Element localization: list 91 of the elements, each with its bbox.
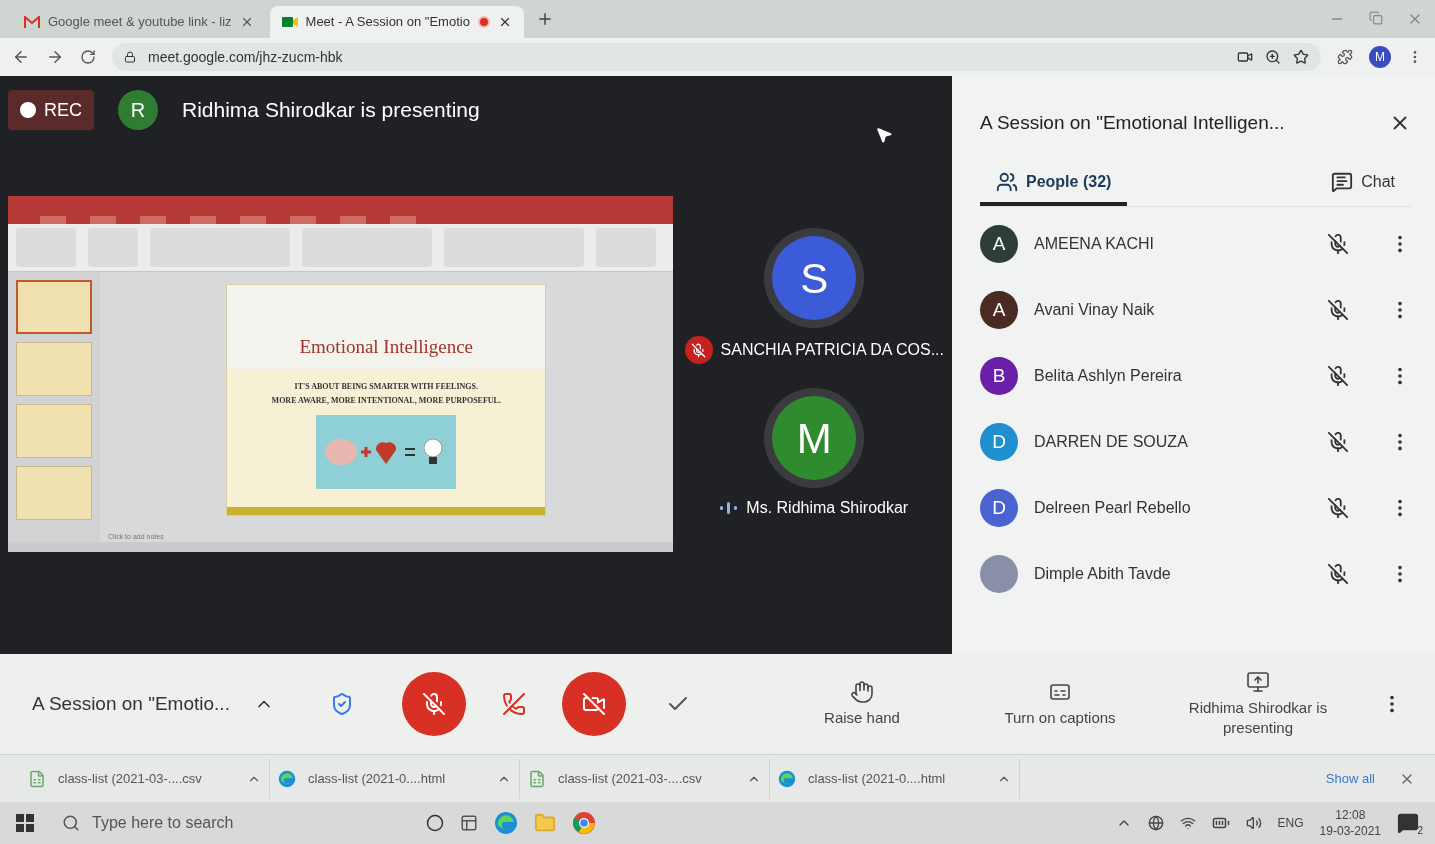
participant-name: Dimple Abith Tavde [1034,564,1172,584]
bookmark-star-icon[interactable] [1293,49,1309,65]
participant-row[interactable]: A AMEENA KACHI [980,211,1411,277]
meeting-action-button[interactable]: Turn on captions [985,680,1135,728]
panel-tab[interactable]: People (32) [980,162,1128,206]
hang-up-icon [501,692,526,716]
meeting-title: A Session on "Emotio... [32,691,230,716]
taskbar-search-field[interactable]: Type here to search [50,806,410,840]
mic-off-icon [1327,233,1349,255]
show-all-link[interactable]: Show all [1325,768,1375,789]
spreadsheet-file-icon [528,769,546,788]
notification-count: 2 [1417,824,1423,838]
participant-name: Belita Ashlyn Pereira [1034,366,1183,386]
participant-row[interactable]: Dimple Abith Tavde [980,541,1411,607]
search-icon [62,814,80,832]
slide-thumbnail[interactable] [16,404,92,458]
participant-avatar: D [980,489,1018,527]
browser-tab[interactable]: Meet - A Session on "Emotio [269,6,524,38]
participant-avatar: D [980,423,1018,461]
wifi-icon[interactable] [1179,815,1196,831]
extensions-icon[interactable] [1337,49,1353,65]
participant-name: SANCHIA PATRICIA DA COS... [720,340,944,360]
slide-text: MORE AWARE, MORE INTENTIONAL, MORE PURPOSEFUL. [271,395,501,407]
download-item[interactable]: class-list (2021-03-....csv [520,758,770,799]
camera-icon[interactable] [1237,49,1253,65]
hand-icon [850,680,874,704]
edge-logo-icon [494,811,518,835]
mouse-pointer-icon [875,126,893,144]
language-indicator[interactable]: ENG [1277,814,1304,832]
participant-name: DARREN DE SOUZA [1034,432,1189,452]
zoom-icon[interactable] [1265,49,1281,65]
lock-icon [124,51,136,63]
participant-avatar: B [980,357,1018,395]
participant-row[interactable]: A Avani Vinay Naik [980,277,1411,343]
meeting-action-button[interactable]: Ridhima Shirodkar is presenting [1183,670,1333,738]
windows-start-icon[interactable] [16,814,34,832]
participant-row[interactable]: D DARREN DE SOUZA [980,409,1411,475]
people-icon [996,171,1018,193]
mic-off-icon [1327,365,1349,387]
presenting-status: Ridhima Shirodkar is presenting [182,97,480,124]
reload-icon[interactable] [80,49,96,65]
notifications-icon[interactable] [1397,812,1419,834]
clock[interactable]: 12:08 19-03-2021 [1319,807,1381,839]
download-item[interactable]: class-list (2021-0....html [770,758,1020,799]
tab-title: Google meet & youtube link - liz [48,13,232,32]
slide-thumbnail[interactable] [16,342,92,396]
mic-off-icon [1327,497,1349,519]
presenter-avatar: R [118,90,158,130]
slide-thumbnail[interactable] [16,280,92,334]
participant-name: Delreen Pearl Rebello [1034,498,1192,518]
mail-logo-icon [24,16,40,28]
participant-name: Ms. Ridhima Shirodkar [746,498,909,518]
address-field[interactable]: meet.google.com/jhz-zucm-hbk [112,43,1321,71]
mic-off-icon [1327,431,1349,453]
participant-avatar: A [980,291,1018,329]
video-logo-icon [281,16,298,28]
cortana-circle-icon[interactable] [426,814,444,832]
participant-name: Avani Vinay Naik [1034,300,1156,320]
photo-placeholder [980,555,1018,593]
panel-tab[interactable]: Chat [1315,162,1411,206]
participant-row[interactable]: D Delreen Pearl Rebello [980,475,1411,541]
participant-row[interactable]: B Belita Ashlyn Pereira [980,343,1411,409]
back-icon[interactable] [12,48,30,66]
browser-tab[interactable]: Google meet & youtube link - liz [12,6,266,38]
speaker-icon[interactable] [1245,815,1262,831]
network-icon[interactable] [1147,815,1164,831]
spreadsheet-file-icon [28,769,46,788]
mic-off-icon [1327,563,1349,585]
tab-title: Meet - A Session on "Emotio [305,13,470,32]
participant-name: AMEENA KACHI [1034,234,1156,254]
chat-icon [1331,171,1354,193]
mic-off-icon [1327,299,1349,321]
download-item[interactable]: class-list (2021-03-....csv [20,758,270,799]
forward-icon[interactable] [46,48,64,66]
camera-off-icon [581,692,606,716]
task-view-icon[interactable] [460,814,478,832]
recording-label: REC [44,98,82,122]
present-screen-icon [1246,670,1270,694]
microphone-off-icon [421,692,446,716]
meeting-action-button[interactable]: Raise hand [787,680,937,728]
download-item[interactable]: class-list (2021-0....html [270,758,520,799]
slide-text: IT'S ABOUT BEING SMARTER WITH FEELINGS. [294,381,478,393]
slide-thumbnail[interactable] [16,466,92,520]
panel-title: A Session on "Emotional Intelligen... [980,110,1285,135]
url-text: meet.google.com/jhz-zucm-hbk [148,47,343,67]
edge-file-icon [278,769,296,788]
slide-title: Emotional Intelligence [299,334,474,359]
edge-file-icon [778,769,796,788]
profile-avatar[interactable]: M [1369,46,1391,68]
participant-avatar: A [980,225,1018,263]
browser-logo-icon[interactable] [572,811,596,835]
